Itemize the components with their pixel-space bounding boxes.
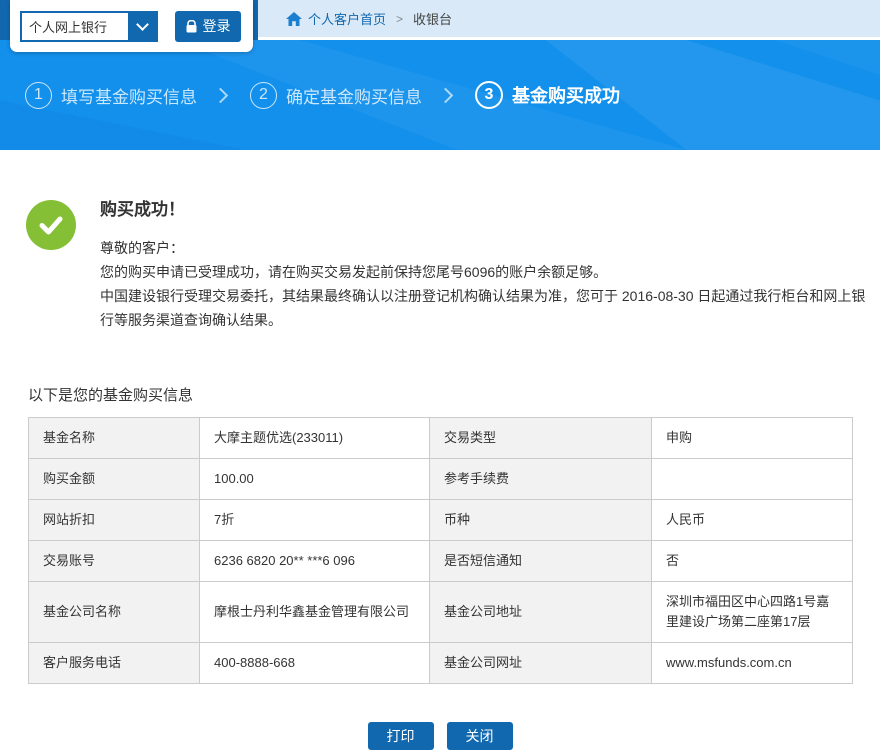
details-section-title: 以下是您的基金购买信息 xyxy=(28,384,852,405)
step-banner: 1 填写基金购买信息 2 确定基金购买信息 3 基金购买成功 xyxy=(0,40,880,150)
login-panel: 个人网上银行 登录 xyxy=(10,0,253,52)
breadcrumb: 个人客户首页 > 收银台 xyxy=(258,0,880,40)
table-row: 基金公司名称 摩根士丹利华鑫基金管理有限公司 基金公司地址 深圳市福田区中心四路… xyxy=(29,582,853,643)
fund-company-address-value: 深圳市福田区中心四路1号嘉里建设广场第二座第17层 xyxy=(652,582,853,643)
fund-name-value: 大摩主题优选(233011) xyxy=(200,418,430,459)
table-row: 购买金额 100.00 参考手续费 xyxy=(29,459,853,500)
fund-company-website-label: 基金公司网址 xyxy=(430,643,652,684)
login-button[interactable]: 登录 xyxy=(175,11,241,42)
lock-icon xyxy=(186,20,197,33)
step-separator-icon xyxy=(213,87,229,103)
fund-company-address-label: 基金公司地址 xyxy=(430,582,652,643)
table-row: 交易账号 6236 6820 20** ***6 096 是否短信通知 否 xyxy=(29,541,853,582)
breadcrumb-current: 收银台 xyxy=(413,9,452,28)
step-2-label: 确定基金购买信息 xyxy=(286,83,422,108)
step-3-number: 3 xyxy=(475,81,503,109)
success-check-icon xyxy=(26,200,76,250)
success-message-texts: 购买成功！ 尊敬的客户： 您的购买申请已受理成功，请在购买交易发起前保持您尾号6… xyxy=(100,195,868,332)
message-line-1: 您的购买申请已受理成功，请在购买交易发起前保持您尾号6096的账户余额足够。 xyxy=(100,260,868,284)
step-1-label: 填写基金购买信息 xyxy=(61,83,197,108)
success-message-block: 购买成功！ 尊敬的客户： 您的购买申请已受理成功，请在购买交易发起前保持您尾号6… xyxy=(0,150,880,332)
currency-label: 币种 xyxy=(430,500,652,541)
breadcrumb-home-link[interactable]: 个人客户首页 xyxy=(308,9,386,28)
fund-company-website-value: www.msfunds.com.cn xyxy=(652,643,853,684)
channel-select-arrow-button[interactable] xyxy=(128,13,156,40)
currency-value: 人民币 xyxy=(652,500,853,541)
close-button[interactable]: 关闭 xyxy=(447,722,513,750)
trade-account-label: 交易账号 xyxy=(29,541,200,582)
purchase-amount-label: 购买金额 xyxy=(29,459,200,500)
greeting-line: 尊敬的客户： xyxy=(100,236,868,260)
sms-notify-label: 是否短信通知 xyxy=(430,541,652,582)
site-discount-label: 网站折扣 xyxy=(29,500,200,541)
trade-account-value: 6236 6820 20** ***6 096 xyxy=(200,541,430,582)
reference-fee-value xyxy=(652,459,853,500)
fund-name-label: 基金名称 xyxy=(29,418,200,459)
progress-steps: 1 填写基金购买信息 2 确定基金购买信息 3 基金购买成功 xyxy=(25,81,620,109)
fund-company-name-value: 摩根士丹利华鑫基金管理有限公司 xyxy=(200,582,430,643)
step-3-label: 基金购买成功 xyxy=(512,82,620,108)
login-button-label: 登录 xyxy=(203,16,231,36)
step-1-number: 1 xyxy=(25,82,52,109)
chevron-down-icon xyxy=(136,18,149,31)
table-row: 客户服务电话 400-8888-668 基金公司网址 www.msfunds.c… xyxy=(29,643,853,684)
step-2-number: 2 xyxy=(250,82,277,109)
breadcrumb-separator: > xyxy=(396,12,403,26)
fund-company-name-label: 基金公司名称 xyxy=(29,582,200,643)
success-title: 购买成功！ xyxy=(100,195,868,220)
message-line-2: 中国建设银行受理交易委托，其结果最终确认以注册登记机构确认结果为准，您可于 20… xyxy=(100,284,868,332)
step-1-fill-info: 1 填写基金购买信息 xyxy=(25,82,197,109)
service-phone-label: 客户服务电话 xyxy=(29,643,200,684)
step-2-confirm-info: 2 确定基金购买信息 xyxy=(250,82,422,109)
channel-select-value: 个人网上银行 xyxy=(22,13,128,40)
step-3-success: 3 基金购买成功 xyxy=(475,81,620,109)
top-bar: 个人客户首页 > 收银台 个人网上银行 登录 xyxy=(0,0,880,40)
action-buttons: 打印 关闭 xyxy=(0,722,880,750)
step-separator-icon xyxy=(438,87,454,103)
reference-fee-label: 参考手续费 xyxy=(430,459,652,500)
trade-type-label: 交易类型 xyxy=(430,418,652,459)
trade-type-value: 申购 xyxy=(652,418,853,459)
table-row: 基金名称 大摩主题优选(233011) 交易类型 申购 xyxy=(29,418,853,459)
table-row: 网站折扣 7折 币种 人民币 xyxy=(29,500,853,541)
purchase-amount-value: 100.00 xyxy=(200,459,430,500)
purchase-details-table: 基金名称 大摩主题优选(233011) 交易类型 申购 购买金额 100.00 … xyxy=(28,417,853,684)
sms-notify-value: 否 xyxy=(652,541,853,582)
site-discount-value: 7折 xyxy=(200,500,430,541)
service-phone-value: 400-8888-668 xyxy=(200,643,430,684)
home-icon xyxy=(286,12,302,26)
print-button[interactable]: 打印 xyxy=(368,722,434,750)
channel-select[interactable]: 个人网上银行 xyxy=(20,11,158,42)
